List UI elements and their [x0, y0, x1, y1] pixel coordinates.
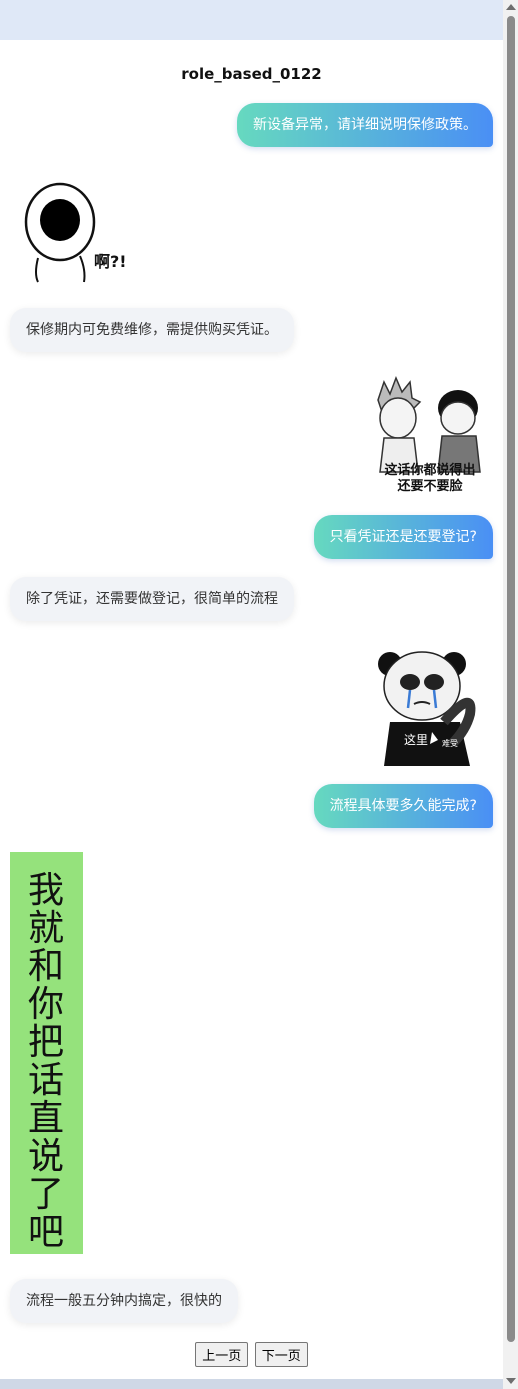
- sticker-char: 话: [28, 1060, 64, 1101]
- top-header-band: [0, 0, 503, 41]
- sticker-char: 把: [28, 1022, 64, 1063]
- sticker-caption-line2: 还要不要脸: [396, 478, 463, 494]
- two-characters-icon: 这话你都说得出 还要不要脸: [368, 372, 493, 497]
- sticker-char: 直: [28, 1098, 64, 1139]
- user-message-bubble: 流程具体要多久能完成?: [313, 784, 493, 828]
- scroll-up-arrow-icon[interactable]: [506, 4, 516, 10]
- bottom-band: [0, 1379, 503, 1389]
- meme-sticker-two-characters: 这话你都说得出 还要不要脸: [368, 372, 493, 497]
- sticker-char: 你: [28, 984, 64, 1025]
- sticker-char: 我: [28, 870, 64, 911]
- sticker-caption-small: 难受: [442, 738, 458, 748]
- bot-message-bubble: 流程一般五分钟内搞定，很快的: [10, 1279, 238, 1323]
- bot-message-bubble: 除了凭证，还需要做登记，很简单的流程: [10, 577, 294, 621]
- scroll-down-arrow-icon[interactable]: [506, 1378, 516, 1384]
- user-message-bubble: 新设备异常，请详细说明保修政策。: [237, 103, 493, 147]
- scrollbar-thumb[interactable]: [507, 16, 515, 1342]
- sticker-char: 了: [28, 1174, 64, 1215]
- sticker-caption-line1: 这话你都说得出: [384, 462, 475, 478]
- prev-page-button[interactable]: 上一页: [195, 1342, 249, 1367]
- next-page-button[interactable]: 下一页: [254, 1342, 308, 1367]
- page-title: role_based_0122: [181, 65, 322, 83]
- chat-panel: role_based_0122 新设备异常，请详细说明保修政策。 啊?! 保修期…: [0, 40, 503, 1379]
- bot-message-bubble: 保修期内可免费维修，需提供购买凭证。: [10, 308, 294, 352]
- sticker-char: 就: [28, 908, 64, 949]
- sticker-caption-main: 这里: [404, 732, 428, 747]
- shocked-face-icon: 啊?!: [8, 170, 133, 285]
- panda-icon: 这里 难受: [374, 648, 484, 766]
- pagination: 上一页 下一页: [0, 1342, 503, 1367]
- sticker-char: 说: [28, 1136, 64, 1177]
- sticker-char: 和: [28, 946, 64, 987]
- shocked-face-sticker: 啊?!: [8, 170, 133, 285]
- user-message-bubble: 只看凭证还是还要登记?: [313, 515, 493, 559]
- panda-meme-sticker: 这里 难受: [374, 648, 484, 766]
- vertical-text-sticker: 我 就 和 你 把 话 直 说 了 吧: [10, 852, 83, 1254]
- sticker-char: 吧: [28, 1212, 64, 1253]
- sticker-caption: 啊?!: [94, 252, 127, 271]
- vertical-text-icon: 我 就 和 你 把 话 直 说 了 吧: [28, 870, 64, 1253]
